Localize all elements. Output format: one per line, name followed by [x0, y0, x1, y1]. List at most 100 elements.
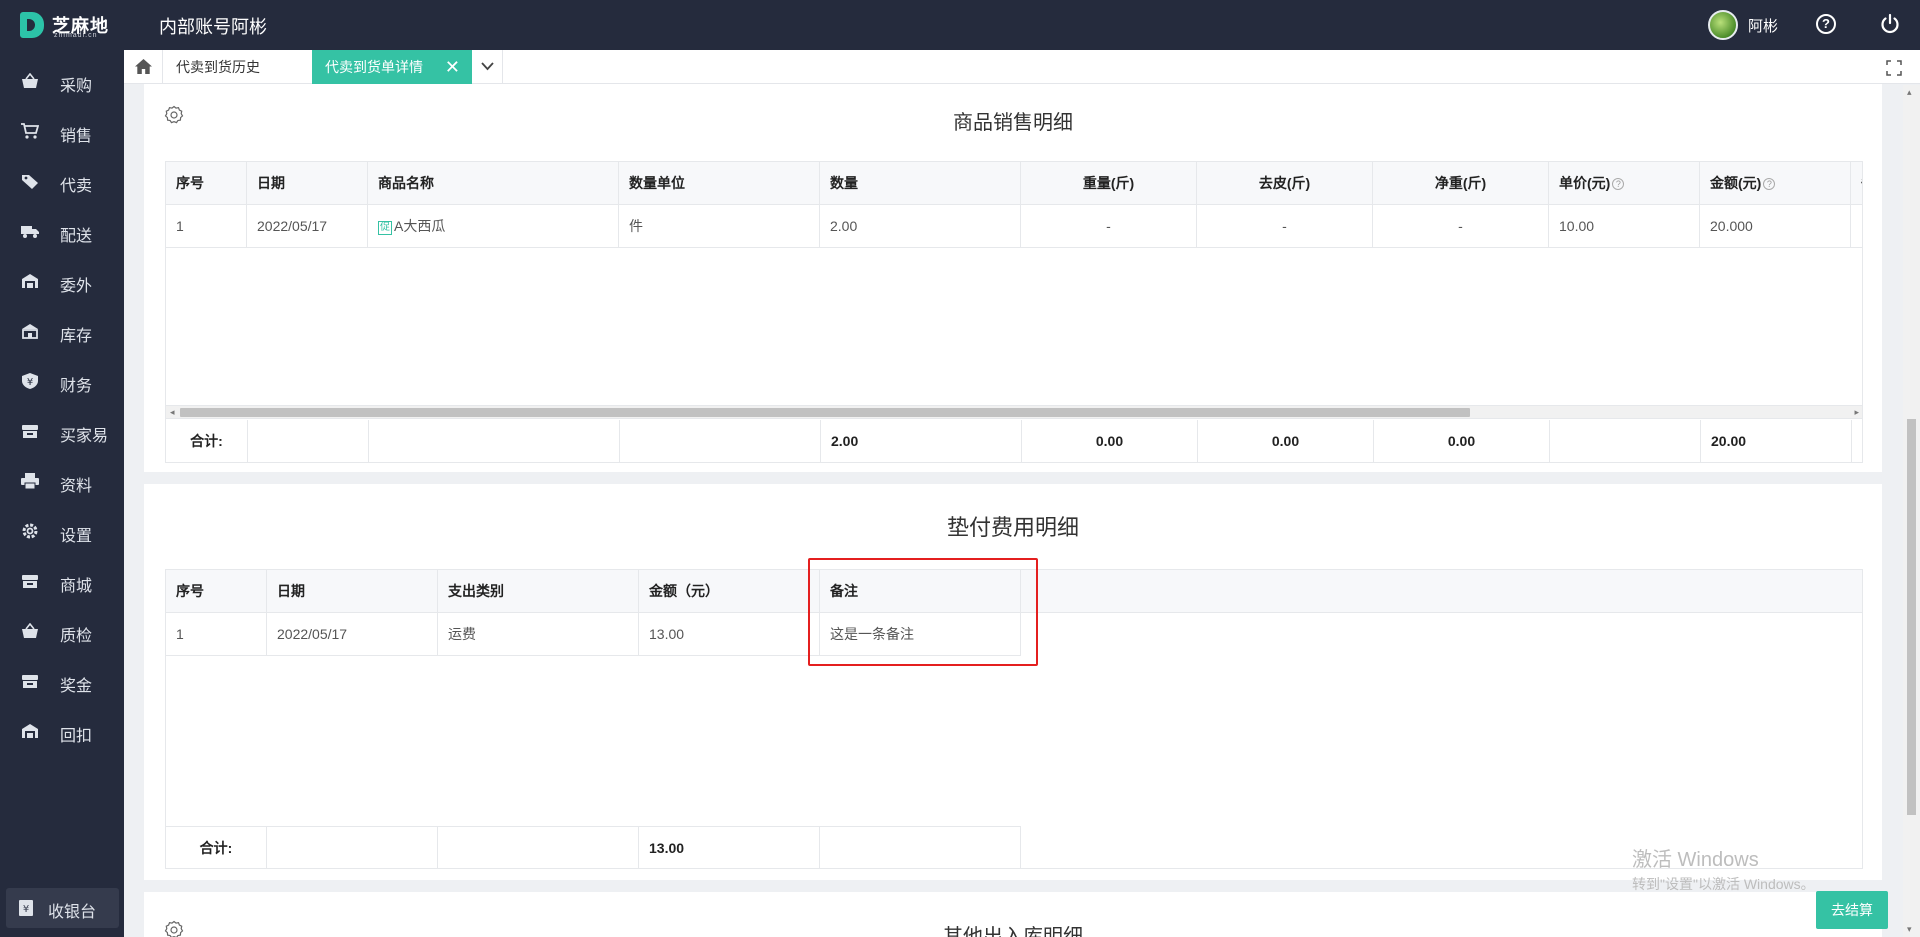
help-icon[interactable]: ?: [1816, 14, 1836, 34]
table-row[interactable]: 1 2022/05/17 促 A大西瓜 件 2.00 - - - 10.00 20…: [166, 205, 1862, 248]
sidebar-item-purchase[interactable]: 采购: [0, 62, 124, 102]
sales-table: 序号 日期 商品名称 数量单位 数量 重量(斤) 去皮(斤) 净重(斤) 单价(…: [165, 161, 1863, 463]
sidebar-item-label: 买家易: [60, 428, 109, 445]
cell-no: 1: [166, 205, 247, 247]
summary-net-weight: 0.00: [1374, 420, 1550, 462]
sidebar-item-settings[interactable]: 设置: [0, 512, 124, 552]
cart-icon: [21, 123, 39, 139]
summary-empty: [820, 827, 1021, 868]
svg-text:¥: ¥: [23, 904, 29, 915]
col-header-date: 日期: [267, 570, 438, 612]
tab-arrival-history[interactable]: 代卖到货历史: [164, 50, 314, 84]
warehouse-icon: [22, 724, 38, 738]
sidebar-item-label: 资料: [60, 478, 93, 495]
tag-icon: [22, 175, 38, 189]
watermark-line1: 激活 Windows: [1632, 849, 1759, 871]
sidebar: 采购 销售 代卖 配送 委外 库存 ¥ 财务 买家易 资料 设置 商城 质检 奖…: [0, 50, 124, 937]
sidebar-item-label: 奖金: [60, 678, 93, 695]
summary-row: 合计: 13.00: [166, 826, 1021, 868]
user-name[interactable]: 阿彬: [1748, 15, 1778, 36]
tabs-bar: 代卖到货历史 代卖到货单详情 ✕: [124, 50, 1920, 84]
scroll-down-arrow[interactable]: ▾: [1907, 924, 1912, 935]
sidebar-item-sales[interactable]: 销售: [0, 112, 124, 152]
shop-icon: [22, 575, 38, 588]
basket-icon: [22, 73, 38, 88]
logo-mark-icon: [20, 12, 44, 38]
warehouse-icon: [22, 274, 38, 288]
windows-activation-watermark: 激活 Windows 转到"设置"以激活 Windows。: [1632, 843, 1815, 894]
sidebar-item-mall[interactable]: 商城: [0, 562, 124, 602]
remark-highlight-box: [808, 558, 1038, 666]
summary-row: 合计: 2.00 0.00 0.00 0.00 20.00: [166, 420, 1862, 462]
shop-icon: [22, 425, 38, 438]
cell-qty: 2.00: [820, 205, 1021, 247]
promo-tag: 促: [378, 221, 392, 235]
sidebar-item-inventory[interactable]: 库存: [0, 312, 124, 352]
help-icon[interactable]: ?: [1612, 178, 1625, 190]
cell-date: 2022/05/17: [267, 613, 438, 655]
gear-icon: [22, 523, 38, 539]
col-header-price: 单价(元)?: [1549, 162, 1700, 204]
scroll-right-arrow[interactable]: ▸: [1854, 406, 1859, 419]
vertical-scrollbar[interactable]: ▴ ▾: [1903, 85, 1920, 937]
scroll-left-arrow[interactable]: ◂: [170, 406, 175, 419]
sidebar-item-label: 配送: [60, 228, 93, 245]
cell-unit: 件: [619, 205, 820, 247]
expense-detail-panel: 垫付费用明细 序号 日期 支出类别 金额（元） 备注 1 2022/05/17 …: [144, 484, 1882, 880]
tab-menu-dropdown[interactable]: [472, 50, 503, 84]
summary-empty: [248, 420, 369, 462]
col-header-remark: 备: [1851, 162, 1862, 204]
summary-empty: [369, 420, 620, 462]
sidebar-item-finance[interactable]: ¥ 财务: [0, 362, 124, 402]
col-header-qty: 数量: [820, 162, 1021, 204]
sidebar-item-data[interactable]: 资料: [0, 462, 124, 502]
sidebar-item-label: 回扣: [60, 728, 93, 745]
power-icon[interactable]: [1879, 13, 1901, 35]
summary-qty: 2.00: [821, 420, 1022, 462]
col-header-net-weight: 净重(斤): [1373, 162, 1549, 204]
sidebar-item-label: 设置: [60, 528, 93, 545]
fullscreen-icon[interactable]: [1886, 60, 1902, 76]
avatar[interactable]: [1708, 10, 1738, 40]
col-header-weight: 重量(斤): [1021, 162, 1197, 204]
sidebar-item-label: 销售: [60, 128, 93, 145]
sidebar-item-bonus[interactable]: 奖金: [0, 662, 124, 702]
home-icon: [135, 59, 152, 74]
sidebar-item-label: 委外: [60, 278, 93, 295]
help-icon[interactable]: ?: [1763, 178, 1776, 190]
col-header-category: 支出类别: [438, 570, 639, 612]
checkout-button[interactable]: ¥ 收银台: [6, 888, 119, 928]
col-header-product: 商品名称: [368, 162, 619, 204]
table-header: 序号 日期 商品名称 数量单位 数量 重量(斤) 去皮(斤) 净重(斤) 单价(…: [166, 162, 1862, 205]
sidebar-item-quality-check[interactable]: 质检: [0, 612, 124, 652]
sidebar-item-buyer[interactable]: 买家易: [0, 412, 124, 452]
close-icon[interactable]: ✕: [445, 50, 460, 84]
col-header-amount: 金额（元）: [639, 570, 820, 612]
sidebar-item-consignment[interactable]: 代卖: [0, 162, 124, 202]
scroll-up-arrow[interactable]: ▴: [1907, 87, 1912, 98]
store-icon: [22, 324, 38, 339]
checkout-label: 收银台: [48, 904, 97, 921]
col-header-no: 序号: [166, 162, 247, 204]
col-header-no: 序号: [166, 570, 267, 612]
scrollbar-thumb[interactable]: [180, 408, 1470, 417]
home-tab[interactable]: [124, 50, 163, 84]
scrollbar-thumb[interactable]: [1907, 419, 1916, 815]
yuan-shield-icon: ¥: [22, 373, 38, 389]
watermark-line2: 转到"设置"以激活 Windows。: [1632, 876, 1815, 892]
tab-arrival-detail[interactable]: 代卖到货单详情 ✕: [312, 50, 472, 84]
horizontal-scrollbar[interactable]: ◂ ▸: [166, 405, 1862, 419]
chevron-down-icon: [481, 62, 494, 71]
logo[interactable]: 芝麻地 zhimadi.cn: [20, 10, 118, 40]
settle-button[interactable]: 去结算: [1816, 891, 1888, 929]
sidebar-item-label: 代卖: [60, 178, 93, 195]
cell-date: 2022/05/17: [247, 205, 368, 247]
sidebar-item-rebate[interactable]: 回扣: [0, 712, 124, 752]
sidebar-item-outsourcing[interactable]: 委外: [0, 262, 124, 302]
basket-icon: [22, 623, 38, 638]
sidebar-item-delivery[interactable]: 配送: [0, 212, 124, 252]
col-header-unit: 数量单位: [619, 162, 820, 204]
summary-empty: [1550, 420, 1701, 462]
shop-icon: [22, 675, 38, 688]
cell-tare: -: [1197, 205, 1373, 247]
